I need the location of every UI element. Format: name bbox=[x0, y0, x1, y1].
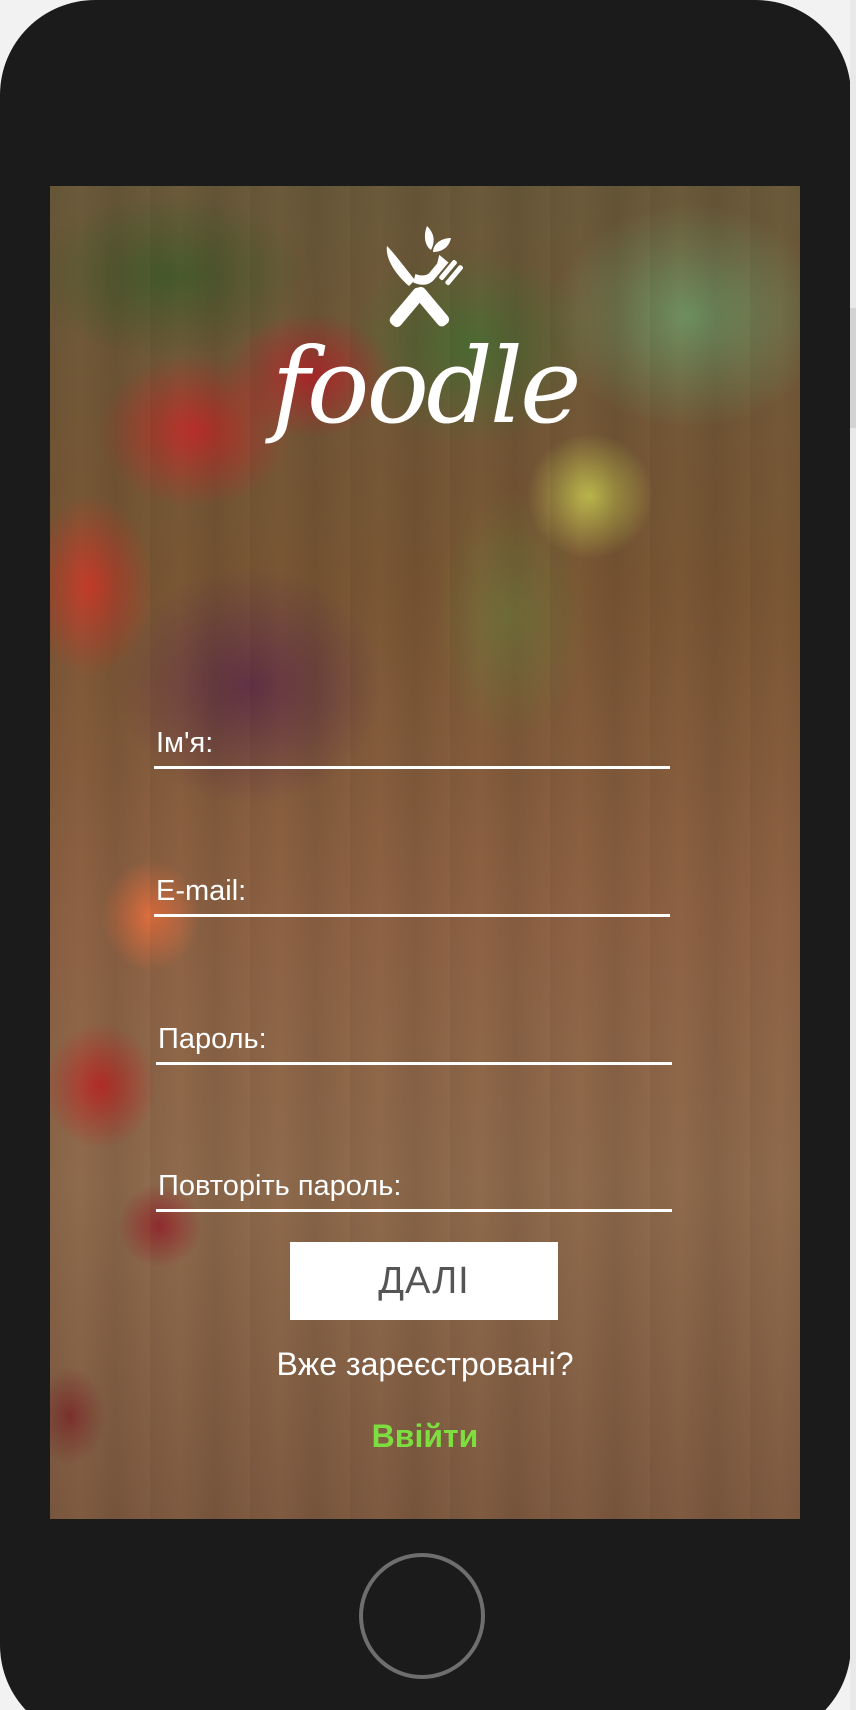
phone-frame: foodle Ім'я: E-mail: Пароль: Повторіть п… bbox=[0, 0, 851, 1710]
name-field[interactable]: Ім'я: bbox=[154, 718, 674, 769]
next-button[interactable]: ДАЛІ bbox=[290, 1242, 558, 1320]
home-button[interactable] bbox=[359, 1553, 485, 1679]
already-registered-text: Вже зареєстровані? bbox=[276, 1346, 574, 1382]
login-link[interactable]: Ввійти bbox=[50, 1418, 800, 1455]
repeat-password-field[interactable]: Повторіть пароль: bbox=[156, 1161, 676, 1212]
scrollbar[interactable] bbox=[850, 308, 856, 428]
app-screen: foodle Ім'я: E-mail: Пароль: Повторіть п… bbox=[50, 186, 800, 1519]
window-edge bbox=[850, 0, 856, 1710]
email-field[interactable]: E-mail: bbox=[154, 866, 674, 917]
email-input[interactable] bbox=[154, 866, 674, 916]
name-input[interactable] bbox=[154, 718, 674, 768]
repeat-password-input[interactable] bbox=[156, 1161, 676, 1211]
fork-knife-leaf-icon bbox=[386, 226, 463, 328]
password-field[interactable]: Пароль: bbox=[156, 1014, 676, 1065]
brand-logo-text: foodle bbox=[271, 325, 581, 447]
password-input[interactable] bbox=[156, 1014, 676, 1064]
